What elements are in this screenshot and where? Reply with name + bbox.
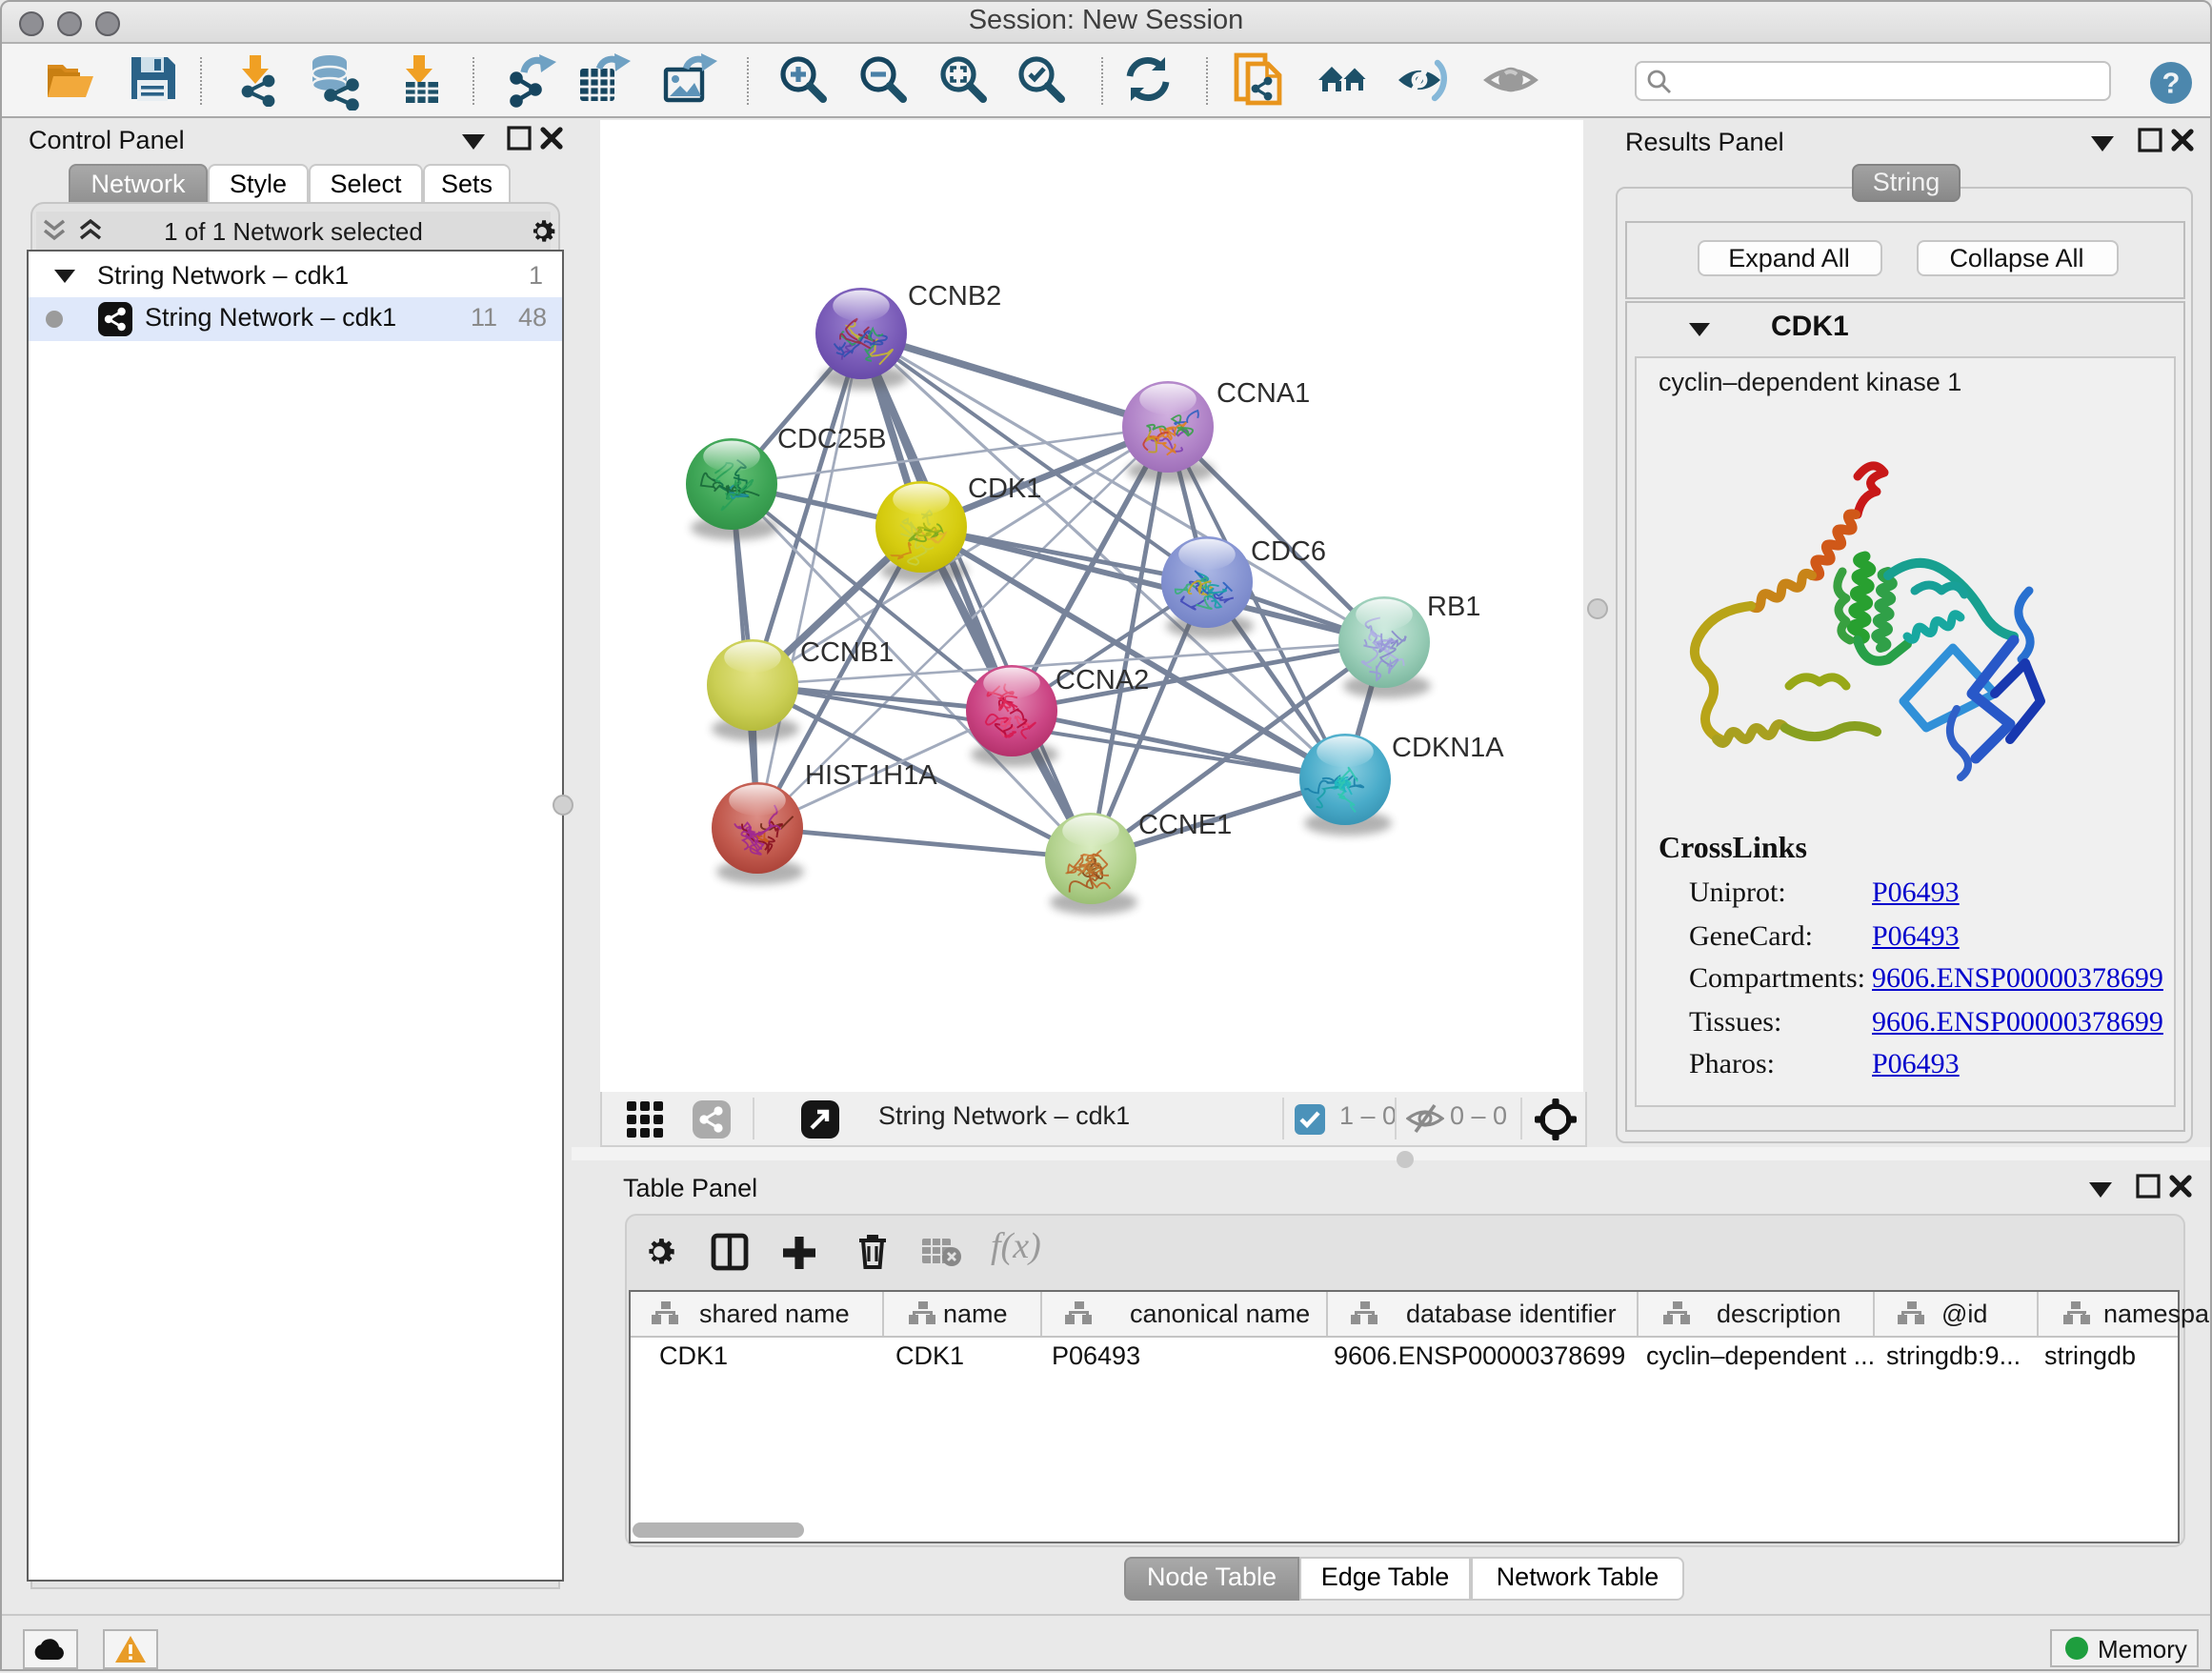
svg-text:CCNB2: CCNB2 [908,281,1001,312]
svg-text:CDK1: CDK1 [968,474,1041,504]
svg-text:CDC6: CDC6 [1251,536,1326,567]
svg-text:HIST1H1A: HIST1H1A [805,760,937,791]
svg-text:?: ? [2162,67,2181,100]
svg-text:CCNB1: CCNB1 [800,637,894,668]
svg-text:CCNA1: CCNA1 [1217,378,1310,409]
svg-text:CDKN1A: CDKN1A [1392,733,1504,763]
svg-text:RB1: RB1 [1427,592,1480,622]
svg-text:CCNA2: CCNA2 [1056,665,1149,695]
svg-text:CCNE1: CCNE1 [1138,810,1232,840]
svg-text:CDC25B: CDC25B [777,424,886,454]
